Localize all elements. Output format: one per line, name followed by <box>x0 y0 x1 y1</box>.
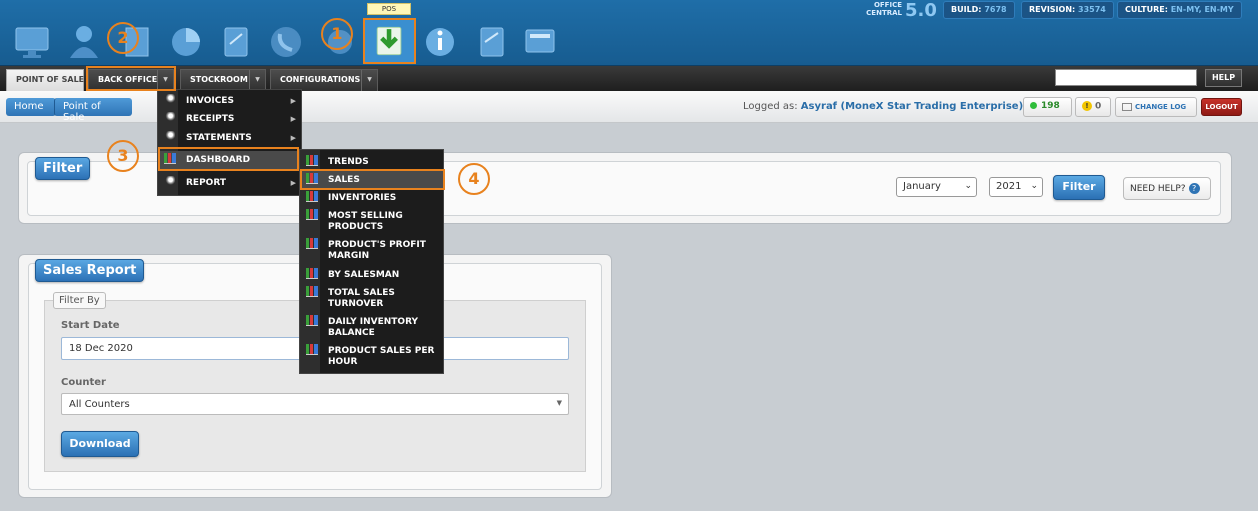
bar-chart-icon <box>306 191 318 203</box>
filter-title: Filter <box>35 157 91 180</box>
bar-chart-icon <box>306 315 318 327</box>
menu-item-report[interactable]: REPORT ▶ <box>158 174 301 192</box>
main-nav: POINT OF SALE BACK OFFICE ▼ STOCKROOM ▼ CO… <box>0 66 1258 91</box>
year-select[interactable]: 2021 ⌄ <box>989 177 1043 197</box>
submenu-item-most-selling-products[interactable]: MOST SELLING PRODUCTS <box>300 207 443 235</box>
menu-item-statements[interactable]: STATEMENTS ▶ <box>158 129 301 147</box>
bar-chart-icon <box>306 155 318 167</box>
chevron-right-icon: ▶ <box>290 179 296 187</box>
bar-chart-icon <box>306 268 318 280</box>
chevron-down-icon: ▼ <box>556 399 562 407</box>
search-input[interactable] <box>1055 69 1197 86</box>
need-help-button[interactable]: NEED HELP?? <box>1123 177 1211 200</box>
build-info: BUILD: 7678 <box>943 1 1015 19</box>
tab-configurations[interactable]: CONFIGURATIONS ▼ <box>270 69 378 91</box>
submenu-item-profit-margin[interactable]: PRODUCT'S PROFIT MARGIN <box>300 236 443 264</box>
submenu-item-total-sales-turnover[interactable]: TOTAL SALES TURNOVER <box>300 284 443 312</box>
change-log-button[interactable]: CHANGE LOG <box>1115 97 1197 117</box>
office-central-version: 5.0 <box>905 0 937 21</box>
pos-tooltip: POS <box>367 3 411 15</box>
user-icon[interactable] <box>64 22 104 60</box>
clipboard-icon[interactable] <box>216 22 256 60</box>
step-badge-4: 4 <box>458 163 490 195</box>
chevron-right-icon: ▶ <box>290 134 296 142</box>
pos-download-icon[interactable] <box>363 18 416 64</box>
culture-info: CULTURE: EN-MY, EN-MY <box>1117 1 1242 19</box>
tab-point-of-sale[interactable]: POINT OF SALE <box>6 69 84 91</box>
menu-item-invoices[interactable]: INVOICES ▶ <box>158 92 301 110</box>
app-banner: POS OFFICE CENTRAL 5.0 BUILD: 7678 REVISI… <box>0 0 1258 66</box>
step-badge-3: 3 <box>107 140 139 172</box>
magnifier-icon <box>164 112 176 124</box>
help-button[interactable]: HELP <box>1205 69 1242 87</box>
magnifier-icon <box>164 176 176 188</box>
pie-chart-icon[interactable] <box>166 22 206 60</box>
breadcrumb-current[interactable]: Point of Sale <box>54 98 132 123</box>
edit-icon <box>1122 103 1132 111</box>
back-office-menu: INVOICES ▶ RECEIPTS ▶ STATEMENTS ▶ DASHBOAR… <box>157 89 302 196</box>
online-count-badge[interactable]: 198 <box>1023 97 1072 117</box>
monitor-icon[interactable] <box>12 22 52 60</box>
sales-report-title: Sales Report <box>35 259 145 282</box>
counter-select[interactable]: All Counters ▼ <box>61 393 569 415</box>
chevron-down-icon: ⌄ <box>964 181 972 191</box>
start-date-label: Start Date <box>61 320 120 331</box>
filter-by-legend: Filter By <box>53 292 106 309</box>
chevron-right-icon: ▶ <box>290 97 296 105</box>
phone-icon[interactable] <box>266 22 306 60</box>
highlight-back-office <box>86 66 176 91</box>
submenu-item-product-sales-per-hour[interactable]: PRODUCT SALES PER HOUR <box>300 342 443 370</box>
submenu-item-by-salesman[interactable]: BY SALESMAN <box>300 266 443 284</box>
tab-stockroom[interactable]: STOCKROOM ▼ <box>180 69 266 91</box>
step-badge-1: 1 <box>321 18 353 50</box>
counter-label: Counter <box>61 377 106 388</box>
filter-button[interactable]: Filter <box>1053 175 1105 200</box>
revision-info: REVISION: 33574 <box>1021 1 1114 19</box>
bar-chart-icon <box>306 286 318 298</box>
system-icon[interactable] <box>520 22 560 60</box>
magnifier-icon <box>164 131 176 143</box>
chevron-down-icon: ⌄ <box>1030 181 1038 191</box>
chevron-down-icon[interactable]: ▼ <box>361 70 377 91</box>
logout-button[interactable]: LOGOUT <box>1201 98 1242 116</box>
highlight-dashboard <box>158 147 299 171</box>
step-badge-2: 2 <box>107 22 139 54</box>
warning-icon: ! <box>1082 101 1092 111</box>
bar-chart-icon <box>306 238 318 250</box>
bar-chart-icon <box>306 344 318 356</box>
breadcrumb-home[interactable]: Home <box>6 98 56 116</box>
highlight-sales <box>300 169 445 190</box>
submenu-item-daily-inventory-balance[interactable]: DAILY INVENTORY BALANCE <box>300 313 443 341</box>
chevron-right-icon: ▶ <box>290 115 296 123</box>
online-dot-icon <box>1030 102 1037 109</box>
help-icon: ? <box>1188 183 1200 194</box>
checklist-icon[interactable] <box>472 22 512 60</box>
download-button[interactable]: Download <box>61 431 139 457</box>
warning-count-badge[interactable]: ! 0 <box>1075 97 1111 117</box>
month-select[interactable]: January ⌄ <box>896 177 977 197</box>
menu-item-receipts[interactable]: RECEIPTS ▶ <box>158 110 301 128</box>
chevron-down-icon[interactable]: ▼ <box>249 70 265 91</box>
magnifier-icon <box>164 94 176 106</box>
info-icon[interactable] <box>420 22 460 60</box>
submenu-item-inventories[interactable]: INVENTORIES <box>300 189 443 207</box>
logged-as: Logged as: Asyraf (MoneX Star Trading En… <box>743 101 1024 112</box>
bar-chart-icon <box>306 209 318 221</box>
user-name[interactable]: Asyraf (MoneX Star Trading Enterprise) <box>801 101 1023 112</box>
office-central-label: OFFICE CENTRAL <box>866 1 902 17</box>
